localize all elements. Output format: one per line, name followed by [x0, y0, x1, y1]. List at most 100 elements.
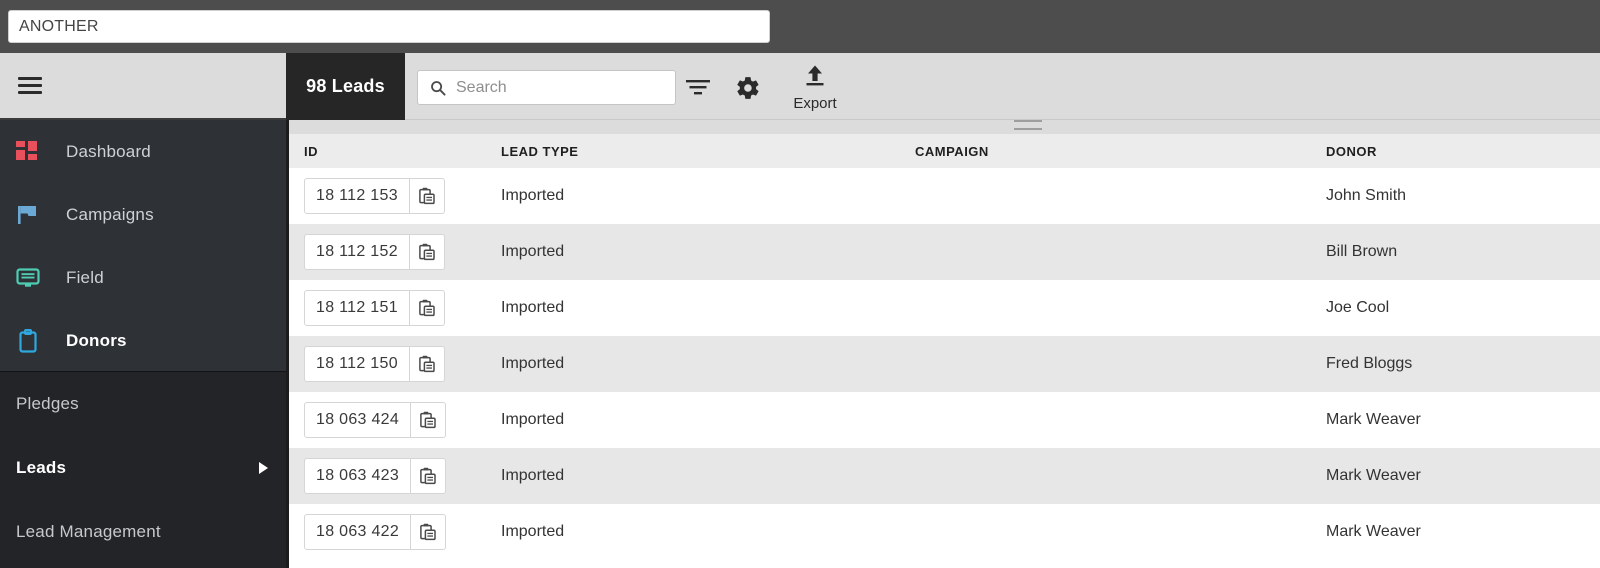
id-pill: 18 112 150 [304, 346, 445, 382]
id-pill: 18 112 153 [304, 178, 445, 214]
id-value: 18 112 152 [316, 243, 398, 260]
leads-table-head: ID LEAD TYPE CAMPAIGN DONOR [289, 134, 1600, 168]
table-header-row: ID LEAD TYPE CAMPAIGN DONOR [289, 134, 1600, 168]
sidebar-item-dashboard[interactable]: Dashboard [0, 120, 286, 183]
copy-clipboard-icon[interactable] [410, 515, 445, 549]
cell-lead-type: Imported [501, 187, 565, 204]
cell-campaign [915, 448, 1326, 504]
table-row[interactable]: 18 112 152 Imported Bill Brown [289, 224, 1600, 280]
cell-id: 18 112 153 [289, 168, 501, 224]
id-pill: 18 063 422 [304, 514, 447, 550]
cell-lead-type: Imported [501, 411, 565, 428]
id-value: 18 112 151 [316, 299, 398, 316]
sidebar-item-lead-management[interactable]: Lead Management [0, 500, 286, 564]
cell-donor: Bill Brown [1326, 243, 1398, 260]
id-value: 18 063 424 [316, 411, 400, 428]
field-form-icon [16, 266, 46, 290]
cell-lead-type: Imported [501, 299, 565, 316]
leads-table-container: ID LEAD TYPE CAMPAIGN DONOR 18 112 153 Im… [286, 120, 1600, 568]
column-header-lead-type[interactable]: LEAD TYPE [501, 134, 915, 168]
column-header-id[interactable]: ID [289, 134, 501, 168]
copy-clipboard-icon[interactable] [408, 235, 444, 269]
cell-donor: Mark Weaver [1326, 523, 1421, 540]
chevron-right-icon [259, 462, 268, 474]
cell-lead-type: Imported [501, 523, 565, 540]
cell-id: 18 112 151 [289, 280, 501, 336]
sidebar-item-lead-management-label: Lead Management [16, 522, 161, 541]
cell-id: 18 063 423 [289, 448, 501, 504]
drag-handle-line-2 [1014, 128, 1042, 130]
leads-table: ID LEAD TYPE CAMPAIGN DONOR 18 112 153 Im… [289, 134, 1600, 560]
cell-lead-type: Imported [501, 467, 565, 484]
table-top-spacer [289, 120, 1600, 134]
id-pill: 18 063 423 [304, 458, 447, 494]
copy-clipboard-icon[interactable] [408, 347, 444, 381]
cell-id: 18 063 424 [289, 392, 501, 448]
table-row[interactable]: 18 063 423 Imported Mark Weaver [289, 448, 1600, 504]
flag-icon [16, 203, 46, 227]
sidebar-header [0, 53, 286, 120]
id-value: 18 112 150 [316, 355, 398, 372]
sidebar-item-donors[interactable]: Donors [0, 309, 286, 372]
sidebar-item-pledges-label: Pledges [16, 394, 79, 413]
cell-lead-type: Imported [501, 243, 565, 260]
main-toolbar: 98 Leads Search Export [286, 53, 1600, 120]
sidebar-item-dashboard-label: Dashboard [66, 141, 151, 161]
sidebar-item-campaigns-label: Campaigns [66, 204, 154, 224]
table-row[interactable]: 18 063 424 Imported Mark Weaver [289, 392, 1600, 448]
drag-handle-line-1 [1014, 120, 1042, 122]
copy-clipboard-icon[interactable] [410, 403, 445, 437]
browser-top-bar: ANOTHER [0, 0, 1600, 53]
sidebar-item-pledges[interactable]: Pledges [0, 372, 286, 436]
hamburger-bar-3 [18, 91, 42, 94]
cell-campaign [915, 280, 1326, 336]
url-input[interactable]: ANOTHER [8, 10, 770, 43]
cell-donor: Mark Weaver [1326, 467, 1421, 484]
cell-campaign [915, 224, 1326, 280]
gear-icon[interactable] [734, 74, 762, 102]
search-input[interactable]: Search [417, 70, 676, 105]
sidebar-primary-nav: Dashboard Campaigns Field Donors [0, 120, 286, 372]
sidebar-item-leads-label: Leads [16, 458, 67, 477]
table-row[interactable]: 18 112 151 Imported Joe Cool [289, 280, 1600, 336]
cell-donor: Fred Bloggs [1326, 355, 1413, 372]
copy-clipboard-icon[interactable] [408, 179, 444, 213]
sidebar-secondary-nav: Pledges Leads Lead Management [0, 372, 286, 568]
cell-campaign [915, 336, 1326, 392]
copy-clipboard-icon[interactable] [408, 291, 444, 325]
hamburger-menu-icon[interactable] [18, 77, 42, 94]
id-value: 18 112 153 [316, 187, 398, 204]
url-input-value: ANOTHER [19, 17, 99, 35]
cell-campaign [915, 504, 1326, 560]
copy-clipboard-icon[interactable] [410, 459, 445, 493]
sidebar-item-campaigns[interactable]: Campaigns [0, 183, 286, 246]
leads-table-body: 18 112 153 Imported John Smith 18 112 152 Im… [289, 168, 1600, 560]
clipboard-icon [16, 328, 46, 353]
dashboard-grid-icon [16, 140, 46, 164]
cell-donor: Mark Weaver [1326, 411, 1421, 428]
table-row[interactable]: 18 112 153 Imported John Smith [289, 168, 1600, 224]
hamburger-bar-2 [18, 84, 42, 87]
cell-campaign [915, 168, 1326, 224]
cell-id: 18 063 422 [289, 504, 501, 560]
sidebar: Dashboard Campaigns Field Donors Pledges… [0, 53, 286, 568]
table-row[interactable]: 18 063 422 Imported Mark Weaver [289, 504, 1600, 560]
column-header-campaign[interactable]: CAMPAIGN [915, 134, 1326, 168]
cell-donor: John Smith [1326, 187, 1407, 204]
search-input-placeholder: Search [456, 78, 507, 96]
id-value: 18 063 422 [316, 523, 400, 540]
table-row[interactable]: 18 112 150 Imported Fred Bloggs [289, 336, 1600, 392]
sidebar-item-leads[interactable]: Leads [0, 436, 286, 500]
export-button[interactable]: Export [782, 64, 848, 112]
tab-leads-count-label: 98 Leads [306, 76, 385, 96]
filter-icon[interactable] [683, 75, 713, 99]
export-button-label: Export [793, 95, 837, 112]
sidebar-item-field[interactable]: Field [0, 246, 286, 309]
cell-id: 18 112 150 [289, 336, 501, 392]
column-header-donor[interactable]: DONOR [1326, 134, 1600, 168]
upload-export-icon [802, 64, 828, 93]
cell-lead-type: Imported [501, 355, 565, 372]
id-pill: 18 112 152 [304, 234, 445, 270]
resize-drag-handle[interactable] [1014, 120, 1042, 130]
tab-leads-count[interactable]: 98 Leads [286, 53, 405, 120]
